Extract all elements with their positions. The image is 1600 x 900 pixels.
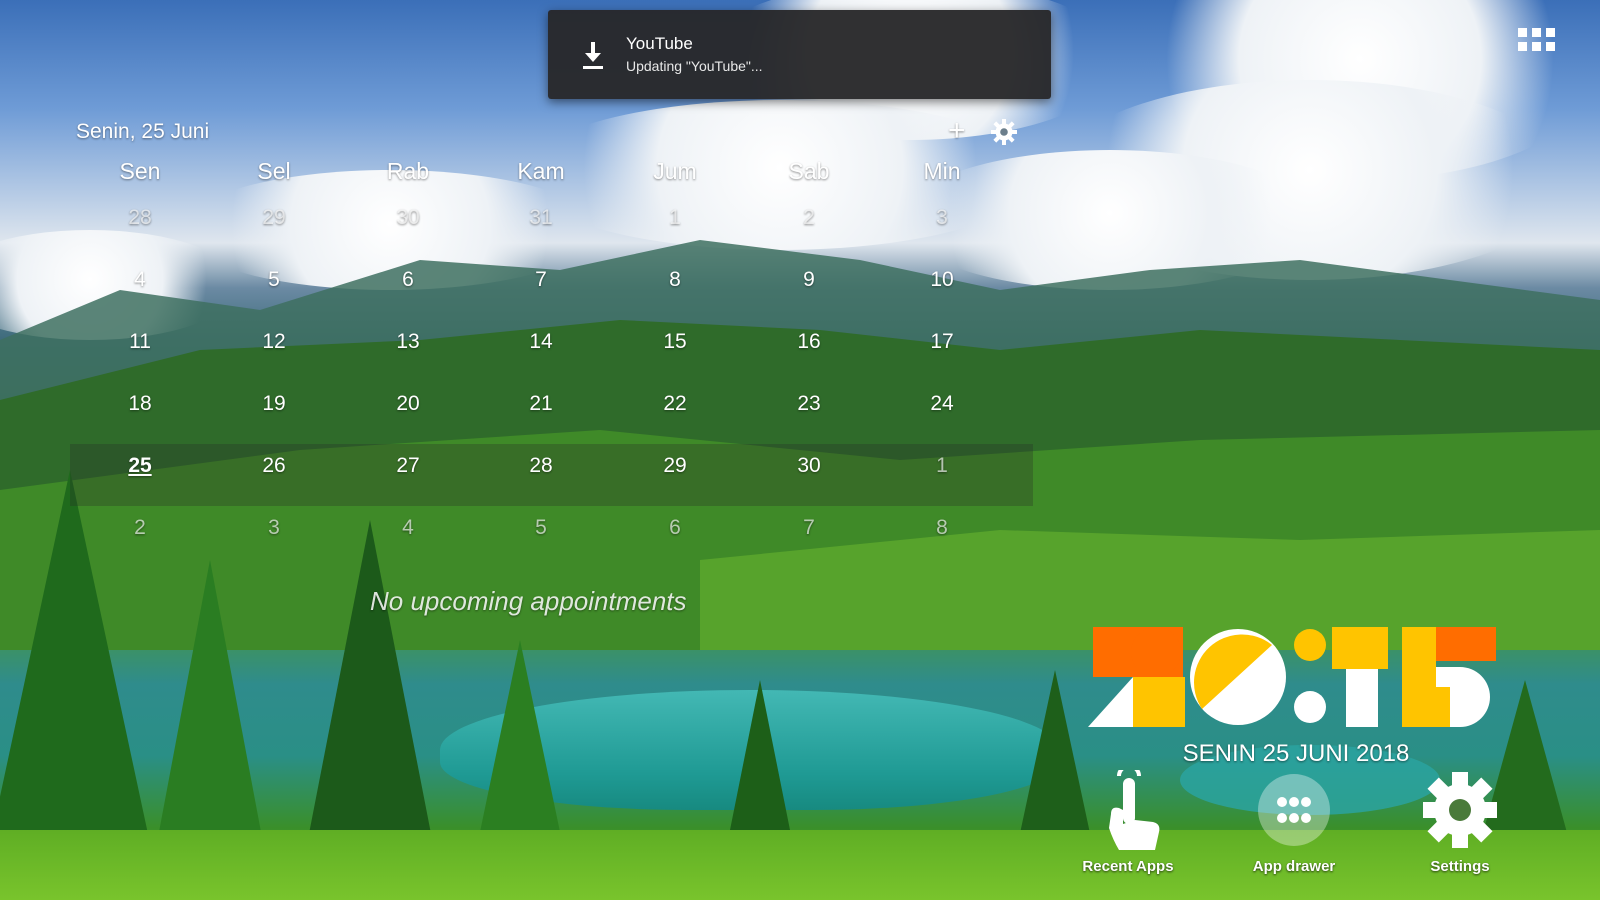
calendar-day[interactable]: 12 — [229, 330, 319, 354]
settings-button[interactable]: Settings — [1385, 770, 1535, 880]
weekday-label: Kam — [517, 158, 565, 184]
gear-icon — [1423, 772, 1497, 848]
recent-apps-label: Recent Apps — [1082, 858, 1174, 875]
calendar-day-month: 25 Juni — [141, 120, 210, 143]
calendar-day[interactable]: 8 — [630, 268, 720, 292]
settings-label: Settings — [1430, 858, 1490, 875]
gear-icon[interactable] — [990, 118, 1018, 146]
home-screen: YouTube Updating "YouTube"... Senin, 25 … — [0, 0, 1600, 900]
calendar-day[interactable]: 1 — [897, 454, 987, 478]
calendar-weekday: Senin, — [76, 120, 136, 143]
calendar-day[interactable]: 29 — [229, 206, 319, 230]
calendar-day[interactable]: 23 — [764, 392, 854, 416]
update-notification[interactable]: YouTube Updating "YouTube"... — [548, 10, 1051, 99]
recent-apps-button[interactable]: Recent Apps — [1053, 770, 1203, 880]
app-drawer-label: App drawer — [1252, 858, 1336, 875]
calendar-day[interactable]: 25 — [95, 454, 185, 478]
clock-digit-1 — [1332, 627, 1388, 727]
weekday-label: Rab — [386, 158, 430, 184]
calendar-day[interactable]: 2 — [764, 206, 854, 230]
touch-hand-icon — [1109, 770, 1160, 850]
calendar-current-date[interactable]: Senin, 25 Juni — [76, 120, 209, 144]
calendar-day[interactable]: 30 — [363, 206, 453, 230]
calendar-day[interactable]: 15 — [630, 330, 720, 354]
weekday-label: Jum — [653, 158, 697, 184]
notification-title: YouTube — [626, 34, 693, 53]
calendar-day[interactable]: 3 — [229, 516, 319, 540]
weekday-label: Sab — [788, 158, 830, 184]
calendar-day[interactable]: 6 — [363, 268, 453, 292]
weekday-label: Sen — [119, 158, 161, 184]
calendar-day[interactable]: 14 — [496, 330, 586, 354]
calendar-day[interactable]: 9 — [764, 268, 854, 292]
plus-icon[interactable]: + — [948, 116, 966, 146]
app-drawer-button[interactable]: App drawer — [1219, 770, 1369, 880]
calendar-day[interactable]: 31 — [496, 206, 586, 230]
calendar-day[interactable]: 26 — [229, 454, 319, 478]
clock-time — [1088, 627, 1496, 727]
no-appointments-message: No upcoming appointments — [370, 586, 687, 616]
calendar-day[interactable]: 4 — [95, 268, 185, 292]
calendar-day[interactable]: 24 — [897, 392, 987, 416]
calendar-day[interactable]: 7 — [496, 268, 586, 292]
calendar-day[interactable]: 11 — [95, 330, 185, 354]
calendar-day[interactable]: 30 — [764, 454, 854, 478]
calendar-day[interactable]: 20 — [363, 392, 453, 416]
calendar-day[interactable]: 3 — [897, 206, 987, 230]
calendar-day[interactable]: 27 — [363, 454, 453, 478]
calendar-day[interactable]: 17 — [897, 330, 987, 354]
calendar-day[interactable]: 21 — [496, 392, 586, 416]
calendar-day[interactable]: 1 — [630, 206, 720, 230]
calendar-day[interactable]: 28 — [95, 206, 185, 230]
calendar-day[interactable]: 16 — [764, 330, 854, 354]
calendar-day[interactable]: 13 — [363, 330, 453, 354]
calendar-day[interactable]: 10 — [897, 268, 987, 292]
clock-date: SENIN 25 JUNI 2018 — [1182, 740, 1410, 767]
calendar-day[interactable]: 29 — [630, 454, 720, 478]
weekday-label: Sel — [257, 158, 291, 184]
weekday-label: Min — [923, 158, 961, 184]
clock-digit-5 — [1402, 627, 1496, 727]
clock-digit-2 — [1088, 627, 1185, 727]
clock-digit-0 — [1190, 629, 1286, 725]
calendar-day[interactable]: 18 — [95, 392, 185, 416]
calendar-day[interactable]: 7 — [764, 516, 854, 540]
calendar-day[interactable]: 6 — [630, 516, 720, 540]
download-icon — [583, 42, 603, 69]
clock-colon — [1294, 629, 1326, 723]
calendar-widget: Senin, 25 Juni + Sen Sel Rab Kam Jum Sab Min 2… — [70, 110, 1033, 630]
calendar-day[interactable]: 19 — [229, 392, 319, 416]
calendar-day[interactable]: 8 — [897, 516, 987, 540]
calendar-day[interactable]: 22 — [630, 392, 720, 416]
apps-grid-icon[interactable] — [1518, 28, 1556, 52]
calendar-day[interactable]: 28 — [496, 454, 586, 478]
dots-grid-icon — [1258, 774, 1330, 846]
calendar-day[interactable]: 2 — [95, 516, 185, 540]
calendar-day[interactable]: 5 — [496, 516, 586, 540]
calendar-day[interactable]: 5 — [229, 268, 319, 292]
notification-message: Updating "YouTube"... — [626, 58, 763, 74]
calendar-day[interactable]: 4 — [363, 516, 453, 540]
